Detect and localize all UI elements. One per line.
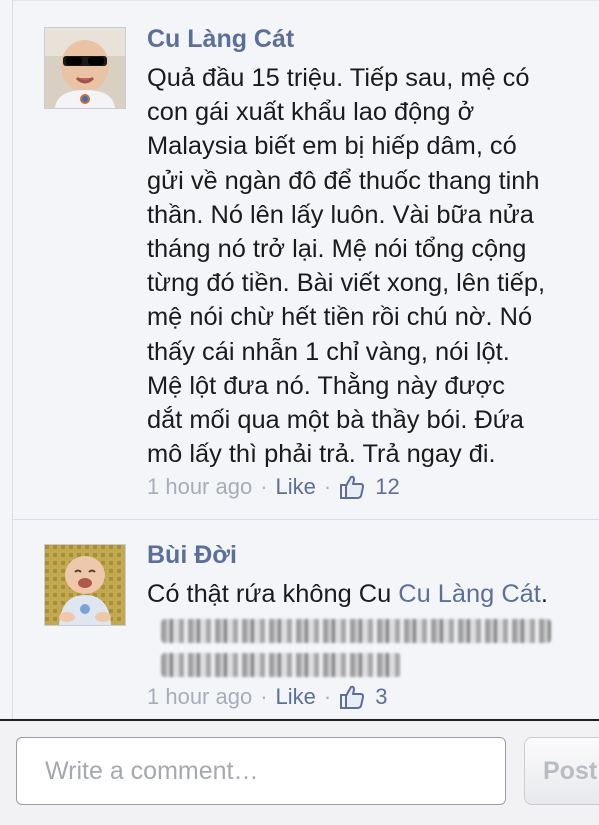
comment-text-line: từng đó tiền. Bài viết xong, lên tiếp, [147,269,546,298]
comment-text-line: gửi về ngàn đô để thuốc thang tinh [147,166,540,195]
comment-text-line: tháng nó trở lại. Mệ nói tổng cộng [147,235,527,264]
like-link[interactable]: Like [276,684,316,710]
post-button[interactable]: Post [524,737,599,805]
comment-timestamp[interactable]: 1 hour ago [147,684,252,710]
comment-meta: 1 hour ago · Like · 12 [147,472,400,502]
comment-text-line: dắt mối qua một bà thầy bói. Đứa [147,406,524,435]
comment-text: Có thật rứa không Cu Cu Làng Cát. [147,577,599,611]
laughing-baby-avatar-icon [45,545,125,625]
comment-input[interactable] [16,737,506,805]
baby-sunglasses-avatar-icon [45,28,125,108]
like-count[interactable]: 12 [375,474,399,500]
comment-author[interactable]: Bùi Đời [147,541,237,570]
meta-separator: · [323,684,332,709]
like-link[interactable]: Like [276,474,316,500]
mention-link[interactable]: Cu Làng Cát [398,580,541,608]
pixelated-text-line [161,653,401,677]
comment-text-line: Malaysia biết em bị hiếp dâm, có [147,132,517,161]
pixelated-text-line [161,619,551,643]
comment-text-line: Quả đầu 15 triệu. Tiếp sau, mệ có [147,64,530,92]
comment-item: Cu Làng Cát Quả đầu 15 triệu. Tiếp sau, … [13,0,599,520]
comment-composer: Post [0,719,599,825]
comment-text-suffix: . [540,580,548,608]
meta-separator: · [323,474,332,499]
thumbs-up-icon[interactable] [339,684,365,710]
comment-text-line: thần. Nó lên lấy luôn. Vài bữa nửa [147,200,534,229]
comment-text-line: Có thật rứa không Cu Cu Làng Cát. [147,577,599,611]
comment-text-line: mô lấy thì phải trả. Trả ngay đi. [147,440,496,469]
comment-feed: Cu Làng Cát Quả đầu 15 triệu. Tiếp sau, … [0,0,599,719]
avatar[interactable] [44,544,126,626]
comment-text: Quả đầu 15 triệu. Tiếp sau, mệ có con gá… [147,61,599,471]
comment-text-line: Mệ lột đưa nó. Thằng này được [147,371,505,400]
avatar[interactable] [44,27,126,109]
like-count[interactable]: 3 [375,684,387,710]
thumbs-up-icon[interactable] [339,474,365,500]
comment-timestamp[interactable]: 1 hour ago [147,474,252,500]
comment-text-line: con gái xuất khẩu lao động ở [147,98,475,127]
comment-meta: 1 hour ago · Like · 3 [147,682,387,712]
comment-item: Bùi Đời Có thật rứa không Cu Cu Làng Cát… [13,519,599,719]
comment-text-line: thấy cái nhẫn 1 chỉ vàng, nói lột. [147,337,510,366]
comment-text-prefix: Có thật rứa không Cu [147,580,399,608]
comment-author[interactable]: Cu Làng Cát [147,25,294,54]
comment-text-line: mệ nói chừ hết tiền rồi chú nờ. Nó [147,303,533,332]
meta-separator: · [260,684,268,709]
meta-separator: · [260,474,268,499]
